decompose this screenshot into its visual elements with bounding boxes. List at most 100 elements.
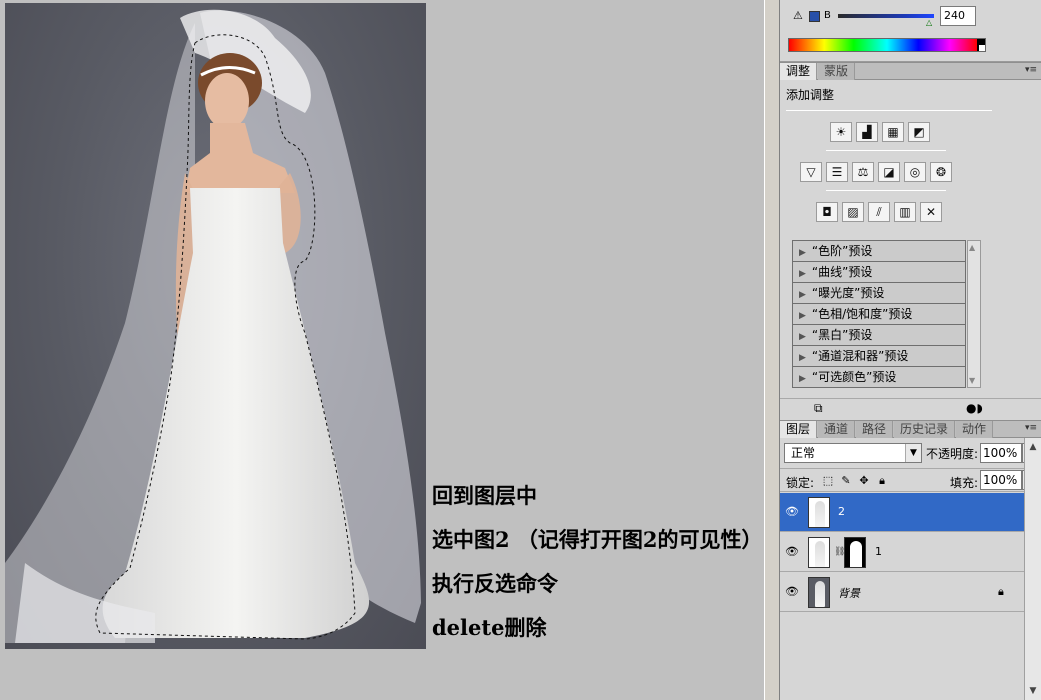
layer-row-1[interactable]: 👁︎ ⛓ 1 <box>780 533 1024 572</box>
gamut-warning-icon[interactable]: ⚠ <box>793 10 806 22</box>
chevron-down-icon[interactable]: ▼ <box>905 444 921 462</box>
expand-triangle-icon[interactable]: ▶ <box>799 348 806 366</box>
tab-history[interactable]: 历史记录 <box>894 421 956 438</box>
black-white-icon[interactable]: ◪ <box>878 162 900 182</box>
adjustments-panel: 添加调整 ☀ ▟ ▦ ◩ ▽ ☰ ⚖ ◪ ◎ ❂ ◘ ▨ ⫽ ▥ ✕ ▶ “色阶”… <box>780 80 1041 418</box>
instruction-line-1: 回到图层中 <box>432 483 537 508</box>
bride-photo[interactable] <box>5 3 426 649</box>
preset-hue-saturation[interactable]: ▶ “色相/饱和度”预设 <box>793 304 965 325</box>
blue-channel-value-input[interactable]: 240 <box>940 6 976 26</box>
layer-thumbnail <box>808 497 830 528</box>
panel-menu-icon[interactable]: ▾≡ <box>1025 65 1037 75</box>
instruction-line-4: delete删除 <box>432 615 547 640</box>
adjustment-icons-row-3: ◘ ▨ ⫽ ▥ ✕ <box>816 202 942 222</box>
opacity-input[interactable]: 100% <box>980 443 1022 463</box>
slider-thumb-icon[interactable]: △ <box>926 18 932 27</box>
preset-levels[interactable]: ▶ “色阶”预设 <box>793 241 965 262</box>
clip-options-icon[interactable]: ●◗ <box>966 401 983 415</box>
preset-channel-mixer[interactable]: ▶ “通道混和器”预设 <box>793 346 965 367</box>
scroll-down-icon[interactable]: ▼ <box>1028 686 1038 696</box>
tab-masks[interactable]: 蒙版 <box>818 63 856 80</box>
separator <box>826 150 946 151</box>
layer-row-background[interactable]: 👁︎ 背景 🔒︎ <box>780 573 1024 612</box>
bride-figure <box>5 9 421 643</box>
adjustments-footer: ⧉ ●◗ <box>780 398 1041 418</box>
lock-all-icon[interactable]: 🔒︎ <box>876 474 888 488</box>
lock-row: 锁定: ⬚ ✎ ✥ 🔒︎ 填充: 100% ▶ <box>780 468 1036 492</box>
visibility-eye-icon[interactable]: 👁︎ <box>784 505 800 519</box>
add-adjustment-title: 添加调整 <box>786 88 835 102</box>
visibility-eye-icon[interactable]: 👁︎ <box>784 585 800 599</box>
lock-position-icon[interactable]: ✥ <box>858 474 870 487</box>
posterize-icon[interactable]: ▨ <box>842 202 864 222</box>
blend-mode-select[interactable]: 正常 ▼ <box>784 443 922 463</box>
color-spectrum-bar[interactable] <box>788 38 986 52</box>
layers-panel: 正常 ▼ 不透明度: 100% ▶ 锁定: ⬚ ✎ ✥ 🔒︎ 填充: 100% … <box>780 438 1036 700</box>
expand-triangle-icon[interactable]: ▶ <box>799 264 806 282</box>
tab-layers[interactable]: 图层 <box>780 421 818 438</box>
expand-triangle-icon[interactable]: ▶ <box>799 285 806 303</box>
color-panel: ⚠ B △ 240 <box>780 0 1041 62</box>
lock-image-icon[interactable]: ✎ <box>840 474 852 487</box>
blue-channel-label: B <box>824 10 831 21</box>
tab-adjustments[interactable]: 调整 <box>780 63 818 80</box>
preset-exposure[interactable]: ▶ “曝光度”预设 <box>793 283 965 304</box>
threshold-icon[interactable]: ⫽ <box>868 202 890 222</box>
right-panel-dock: ⚠ B △ 240 调整 蒙版 ▾≡ 添加调整 ☀ ▟ ▦ ◩ ▽ ☰ ⚖ ◪ … <box>780 0 1041 700</box>
visibility-eye-icon[interactable]: 👁︎ <box>784 545 800 559</box>
expand-triangle-icon[interactable]: ▶ <box>799 369 806 388</box>
color-balance-icon[interactable]: ⚖ <box>852 162 874 182</box>
layer-row-2[interactable]: 👁︎ 2 <box>780 493 1024 532</box>
scroll-down-icon[interactable]: ▼ <box>969 376 975 385</box>
lock-icon: 🔒︎ <box>998 585 1004 598</box>
layer-name[interactable]: 背景 <box>838 585 860 601</box>
blue-channel-slider[interactable] <box>838 14 934 18</box>
preset-curves[interactable]: ▶ “曲线”预设 <box>793 262 965 283</box>
expanded-view-icon[interactable]: ⧉ <box>814 401 823 416</box>
scroll-up-icon[interactable]: ▲ <box>969 243 975 252</box>
layer-thumbnail <box>808 577 830 608</box>
canvas-vertical-scrollbar[interactable] <box>764 0 780 700</box>
separator <box>826 190 946 191</box>
instruction-line-2: 选中图2 （记得打开图2的可见性） <box>432 527 763 552</box>
blue-channel-swatch[interactable] <box>809 11 820 22</box>
layer-name[interactable]: 2 <box>838 505 845 518</box>
preset-selective-color[interactable]: ▶ “可选颜色”预设 <box>793 367 965 388</box>
scroll-up-icon[interactable]: ▲ <box>1028 442 1038 452</box>
expand-triangle-icon[interactable]: ▶ <box>799 243 806 261</box>
layers-scrollbar[interactable]: ▲ ▼ <box>1024 438 1041 700</box>
fill-label: 填充: <box>950 476 979 490</box>
levels-icon[interactable]: ▟ <box>856 122 878 142</box>
tab-actions[interactable]: 动作 <box>956 421 994 438</box>
photo-filter-icon[interactable]: ◎ <box>904 162 926 182</box>
invert-icon[interactable]: ◘ <box>816 202 838 222</box>
layers-tabbar: 图层 通道 路径 历史记录 动作 ▾≡ <box>780 420 1041 438</box>
lock-label: 锁定: <box>786 476 815 490</box>
adjustment-presets-list: ▶ “色阶”预设 ▶ “曲线”预设 ▶ “曝光度”预设 ▶ “色相/饱和度”预设 ▶ “黑… <box>792 240 966 388</box>
exposure-icon[interactable]: ◩ <box>908 122 930 142</box>
panel-menu-icon[interactable]: ▾≡ <box>1025 423 1037 433</box>
gradient-map-icon[interactable]: ▥ <box>894 202 916 222</box>
fill-input[interactable]: 100% <box>980 470 1022 490</box>
tutorial-instructions: 回到图层中 选中图2 （记得打开图2的可见性） 执行反选命令 delete删除 <box>432 474 812 650</box>
document-canvas[interactable]: 回到图层中 选中图2 （记得打开图2的可见性） 执行反选命令 delete删除 <box>0 0 764 700</box>
tab-channels[interactable]: 通道 <box>818 421 856 438</box>
lock-transparent-icon[interactable]: ⬚ <box>822 474 834 487</box>
layer-thumbnail <box>808 537 830 568</box>
adjustment-icons-row-1: ☀ ▟ ▦ ◩ <box>830 122 930 142</box>
opacity-label: 不透明度: <box>926 447 979 461</box>
layer-mask-thumbnail[interactable] <box>844 537 866 568</box>
expand-triangle-icon[interactable]: ▶ <box>799 327 806 345</box>
adjustments-tabbar: 调整 蒙版 ▾≡ <box>780 62 1041 80</box>
layer-name[interactable]: 1 <box>875 545 882 558</box>
channel-mixer-icon[interactable]: ❂ <box>930 162 952 182</box>
brightness-contrast-icon[interactable]: ☀ <box>830 122 852 142</box>
preset-black-white[interactable]: ▶ “黑白”预设 <box>793 325 965 346</box>
vibrance-icon[interactable]: ▽ <box>800 162 822 182</box>
tab-paths[interactable]: 路径 <box>856 421 894 438</box>
expand-triangle-icon[interactable]: ▶ <box>799 306 806 324</box>
hue-saturation-icon[interactable]: ☰ <box>826 162 848 182</box>
selective-color-icon[interactable]: ✕ <box>920 202 942 222</box>
presets-scrollbar[interactable]: ▲ ▼ <box>967 240 981 388</box>
curves-icon[interactable]: ▦ <box>882 122 904 142</box>
